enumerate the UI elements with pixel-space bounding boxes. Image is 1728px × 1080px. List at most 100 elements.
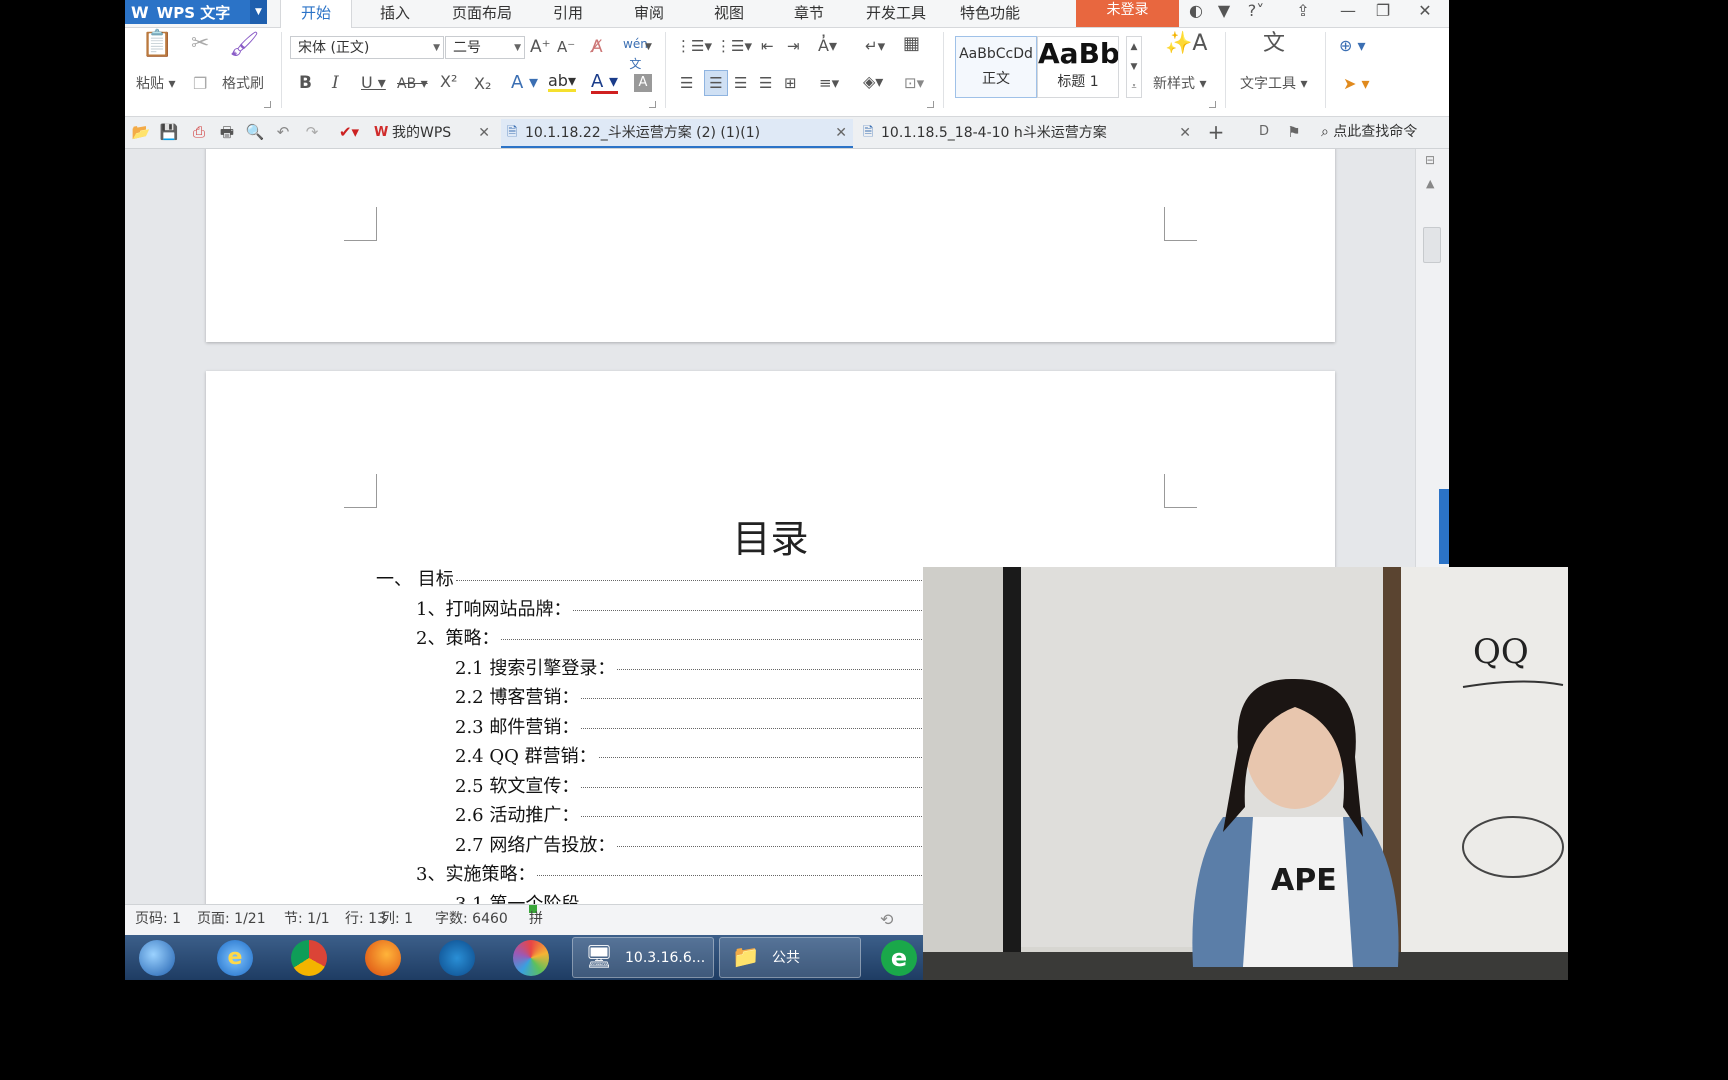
copy-icon[interactable]: ❐ bbox=[193, 74, 207, 94]
chevron-down-icon[interactable]: ▼ bbox=[645, 37, 652, 57]
tab-document[interactable]: 🗎 10.1.18.5_18-4-10 h斗米运营方案 ✕ bbox=[857, 119, 1197, 148]
minimize-icon[interactable]: — bbox=[1335, 0, 1361, 24]
firefox-icon[interactable] bbox=[365, 940, 401, 976]
strikethrough-icon[interactable]: AB ▾ bbox=[397, 74, 428, 94]
close-icon[interactable]: ✕ bbox=[1179, 119, 1191, 147]
clear-format-icon[interactable]: A̸ bbox=[591, 37, 603, 57]
tab-review[interactable]: 审阅 bbox=[617, 0, 681, 27]
undo-icon[interactable]: ↶ bbox=[271, 117, 295, 148]
font-launcher-icon[interactable] bbox=[649, 101, 656, 108]
styles-scroll[interactable]: ▲ ▼ ⩡ bbox=[1126, 36, 1142, 98]
side-panel-toggle[interactable] bbox=[1439, 489, 1449, 564]
login-button[interactable]: 未登录 bbox=[1076, 0, 1179, 27]
customize-quick-access-icon[interactable]: ✔▾ bbox=[337, 117, 361, 148]
font-name-select[interactable]: 宋体 (正文) ▼ bbox=[290, 36, 444, 59]
export-pdf-icon[interactable]: ⎙ bbox=[187, 117, 211, 148]
format-painter-icon[interactable]: 🖌 bbox=[229, 32, 259, 56]
tab-references[interactable]: 引用 bbox=[537, 0, 599, 27]
font-color-icon[interactable]: A ▾ bbox=[591, 73, 619, 94]
tab-chapter[interactable]: 章节 bbox=[777, 0, 841, 27]
tab-developer[interactable]: 开发工具 bbox=[857, 0, 935, 27]
doc-manager-icon[interactable]: D bbox=[1252, 117, 1276, 148]
status-word-count[interactable]: 字数: 6460 bbox=[435, 905, 508, 934]
tab-my-wps[interactable]: W 我的WPS ✕ bbox=[368, 119, 496, 148]
numbering-icon[interactable]: ⋮☰▾ bbox=[716, 36, 752, 56]
open-icon[interactable]: 📂 bbox=[129, 117, 153, 148]
close-window-icon[interactable]: ✕ bbox=[1412, 0, 1438, 24]
shading-fill-icon[interactable]: ◈▾ bbox=[863, 72, 883, 92]
paragraph-launcher-icon[interactable] bbox=[927, 101, 934, 108]
new-tab-icon[interactable]: + bbox=[1204, 117, 1228, 148]
format-painter-label[interactable]: 格式刷 bbox=[222, 74, 264, 94]
decrease-indent-icon[interactable]: ⇤ bbox=[761, 36, 774, 56]
tab-document-active[interactable]: 🗎 10.1.18.22_斗米运营方案 (2) (1)(1) ✕ bbox=[501, 119, 853, 148]
split-view-icon[interactable]: ⊟ bbox=[1425, 153, 1435, 167]
flag-icon[interactable]: ⚑ bbox=[1282, 117, 1306, 148]
text-tools-button[interactable]: 文字工具 ▾ bbox=[1240, 74, 1307, 94]
print-preview-icon[interactable]: 🔍 bbox=[243, 117, 267, 148]
start-button-icon[interactable] bbox=[139, 940, 175, 976]
increase-indent-icon[interactable]: ⇥ bbox=[787, 36, 800, 56]
upload-icon[interactable]: ⇪ bbox=[1290, 0, 1316, 24]
redo-icon[interactable]: ↷ bbox=[300, 117, 324, 148]
app-menu-dropdown[interactable]: ▼ bbox=[250, 0, 267, 24]
command-search[interactable]: ⌕ 点此查找命令 bbox=[1321, 117, 1417, 148]
superscript-icon[interactable]: X² bbox=[440, 72, 457, 92]
grow-font-icon[interactable]: A⁺ bbox=[530, 37, 551, 57]
justify-icon[interactable]: ☰ bbox=[759, 73, 772, 93]
tab-page-layout[interactable]: 页面布局 bbox=[441, 0, 523, 27]
select-icon[interactable]: ➤ ▾ bbox=[1343, 74, 1370, 94]
scrollbar-thumb[interactable] bbox=[1423, 227, 1441, 263]
table-icon[interactable]: ▦ bbox=[903, 34, 920, 54]
bullets-icon[interactable]: ⋮☰▾ bbox=[676, 36, 712, 56]
line-break-icon[interactable]: ↵▾ bbox=[865, 36, 885, 56]
skin-icon[interactable]: ◐ bbox=[1183, 0, 1209, 24]
style-heading-1[interactable]: AaBb 标题 1 bbox=[1037, 36, 1119, 98]
align-left-icon[interactable]: ☰ bbox=[680, 73, 693, 93]
font-case-icon[interactable]: A̓▾ bbox=[818, 36, 837, 56]
char-shading-icon[interactable]: A bbox=[634, 74, 652, 92]
internet-explorer-icon[interactable]: e bbox=[217, 940, 253, 976]
subscript-icon[interactable]: X₂ bbox=[474, 74, 491, 94]
photo-app-icon[interactable] bbox=[513, 940, 549, 976]
underline-icon[interactable]: U ▾ bbox=[361, 73, 386, 93]
new-style-icon[interactable]: ✨A bbox=[1165, 33, 1207, 55]
close-icon[interactable]: ✕ bbox=[478, 119, 490, 147]
clock-app-icon[interactable] bbox=[439, 940, 475, 976]
taskbar-folder[interactable]: 📁 公共 bbox=[719, 937, 861, 978]
tab-home[interactable]: 开始 bbox=[280, 0, 352, 28]
paste-button[interactable]: 粘贴 ▾ bbox=[136, 74, 175, 94]
tab-insert[interactable]: 插入 bbox=[365, 0, 425, 27]
scroll-up-icon[interactable]: ▲ bbox=[1426, 177, 1434, 190]
taskbar-remote-desktop[interactable]: 🖥 10.3.16.6... bbox=[572, 937, 714, 978]
italic-icon[interactable]: I bbox=[332, 73, 339, 93]
styles-launcher-icon[interactable] bbox=[1209, 101, 1216, 108]
tab-view[interactable]: 视图 bbox=[697, 0, 761, 27]
text-effect-icon[interactable]: A ▾ bbox=[511, 73, 538, 93]
cut-icon[interactable]: ✂ bbox=[191, 33, 209, 55]
align-right-icon[interactable]: ☰ bbox=[734, 73, 747, 93]
paste-icon[interactable]: 📋 bbox=[141, 31, 173, 57]
bold-icon[interactable]: B bbox=[299, 73, 312, 93]
help-icon[interactable]: ?˅ bbox=[1239, 0, 1273, 24]
close-icon[interactable]: ✕ bbox=[835, 119, 847, 147]
chrome-icon[interactable] bbox=[291, 940, 327, 976]
align-center-icon[interactable]: ☰ bbox=[704, 70, 728, 96]
restore-icon[interactable]: ❐ bbox=[1370, 0, 1396, 24]
history-icon[interactable]: ⟲ bbox=[880, 905, 893, 934]
font-size-select[interactable]: 二号 ▼ bbox=[445, 36, 525, 59]
new-style-button[interactable]: 新样式 ▾ bbox=[1153, 74, 1206, 94]
text-tools-icon[interactable]: 文 bbox=[1263, 33, 1285, 55]
distribute-icon[interactable]: ⊞ bbox=[784, 73, 797, 93]
print-icon[interactable]: 🖶 bbox=[215, 117, 239, 148]
save-icon[interactable]: 💾 bbox=[157, 117, 181, 148]
highlight-icon[interactable]: ab▾ bbox=[548, 73, 576, 92]
shrink-font-icon[interactable]: A⁻ bbox=[557, 37, 575, 57]
tab-special[interactable]: 特色功能 bbox=[951, 0, 1029, 27]
wps-logo[interactable]: W WPS 文字 bbox=[125, 0, 267, 24]
line-spacing-icon[interactable]: ≡▾ bbox=[819, 73, 839, 93]
shirt-icon[interactable]: ▼ bbox=[1211, 0, 1237, 24]
clipboard-launcher-icon[interactable] bbox=[264, 101, 271, 108]
border-icon[interactable]: ⊡▾ bbox=[904, 73, 924, 93]
style-normal[interactable]: AaBbCcDd 正文 bbox=[955, 36, 1037, 98]
